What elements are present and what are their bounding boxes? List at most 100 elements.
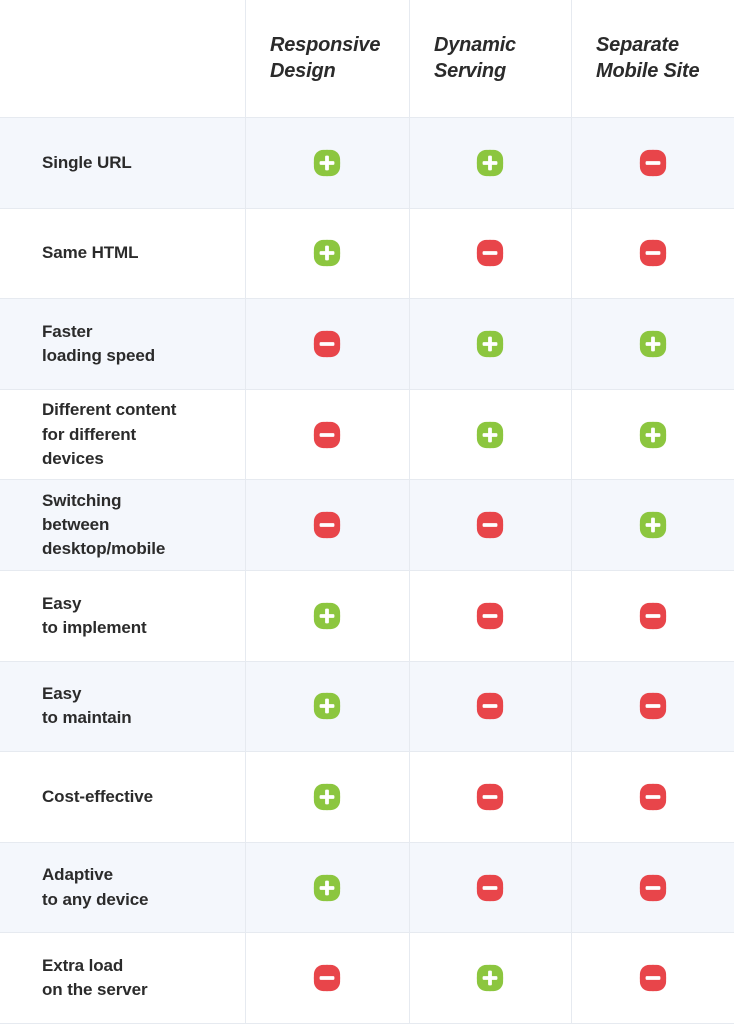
cell-responsive-design: yes <box>245 118 409 208</box>
minus-icon: no <box>639 874 667 902</box>
table-row: Easyto implement yes no no <box>0 570 734 662</box>
row-label: Switching between desktop/mobile <box>42 490 166 559</box>
minus-icon: no <box>476 692 504 720</box>
row-label-cell: Single URL <box>0 118 245 208</box>
cell-responsive-design: yes <box>245 571 409 661</box>
cell-responsive-design: no <box>245 480 409 570</box>
minus-icon: no <box>639 692 667 720</box>
cell-separate-mobile-site: no <box>571 843 734 933</box>
table-row: Different contentfor differentdevices no y… <box>0 389 734 481</box>
row-label-cell: Switching between desktop/mobile <box>0 480 245 570</box>
minus-icon: no <box>639 239 667 267</box>
row-label-cell: Easy to maintain <box>0 662 245 752</box>
row-label-cell: Extra load on the server <box>0 933 245 1023</box>
row-label: Extra load on the server <box>42 956 148 1000</box>
plus-icon: yes <box>639 511 667 539</box>
column-header-label: Responsive Design <box>270 34 381 82</box>
cell-separate-mobile-site: yes <box>571 480 734 570</box>
row-label: Adaptive to any device <box>42 865 149 909</box>
table-row: Fasterloading speed no yes yes <box>0 299 734 390</box>
table-body: Single URLyesyesnoSame HTMLyesnonoFaster… <box>0 118 734 1024</box>
cell-dynamic-serving: yes <box>409 299 571 389</box>
cell-dynamic-serving: no <box>409 662 571 752</box>
table-row: Adaptiveto any device yes no no <box>0 842 734 934</box>
row-label: Single URL <box>42 152 132 172</box>
row-label-cell: Easy to implement <box>0 571 245 661</box>
cell-dynamic-serving: no <box>409 752 571 842</box>
table-row: Cost-effective yes no no <box>0 752 734 843</box>
cell-dynamic-serving: yes <box>409 390 571 480</box>
cell-separate-mobile-site: no <box>571 571 734 661</box>
minus-icon: no <box>476 874 504 902</box>
plus-icon: yes <box>639 421 667 449</box>
minus-icon: no <box>313 330 341 358</box>
plus-icon: yes <box>476 421 504 449</box>
cell-responsive-design: no <box>245 933 409 1023</box>
cell-dynamic-serving: yes <box>409 118 571 208</box>
table-row: Switchingbetweendesktop/mobile no no yes <box>0 480 734 571</box>
table-header-row: Responsive Design Dynamic Serving Separa… <box>0 0 734 118</box>
column-header-label: Dynamic Serving <box>434 34 516 82</box>
header-corner-cell <box>0 0 245 117</box>
cell-separate-mobile-site: no <box>571 209 734 299</box>
minus-icon: no <box>476 511 504 539</box>
plus-icon: yes <box>313 874 341 902</box>
table-row: Same HTML yes no no <box>0 208 734 300</box>
cell-responsive-design: no <box>245 390 409 480</box>
table-row: Single URL yes yes no <box>0 118 734 209</box>
cell-dynamic-serving: no <box>409 480 571 570</box>
plus-icon: yes <box>476 330 504 358</box>
plus-icon: yes <box>313 602 341 630</box>
cell-dynamic-serving: yes <box>409 933 571 1023</box>
minus-icon: no <box>313 964 341 992</box>
cell-separate-mobile-site: no <box>571 662 734 752</box>
cell-dynamic-serving: no <box>409 843 571 933</box>
row-label: Faster loading speed <box>42 321 155 365</box>
cell-responsive-design: yes <box>245 752 409 842</box>
plus-icon: yes <box>313 692 341 720</box>
cell-responsive-design: no <box>245 299 409 389</box>
column-header-responsive-design: Responsive Design <box>245 0 409 117</box>
row-label: Easy to maintain <box>42 684 132 728</box>
column-header-dynamic-serving: Dynamic Serving <box>409 0 571 117</box>
cell-separate-mobile-site: no <box>571 933 734 1023</box>
plus-icon: yes <box>639 330 667 358</box>
row-label-cell: Cost-effective <box>0 752 245 842</box>
plus-icon: yes <box>313 149 341 177</box>
plus-icon: yes <box>313 783 341 811</box>
row-label-cell: Different content for different devices <box>0 390 245 480</box>
row-label-cell: Faster loading speed <box>0 299 245 389</box>
row-label: Cost-effective <box>42 786 154 806</box>
table-row: Easyto maintain yes no no <box>0 661 734 753</box>
plus-icon: yes <box>476 149 504 177</box>
table-row: Extra loadon the server no yes no <box>0 933 734 1024</box>
cell-dynamic-serving: no <box>409 209 571 299</box>
row-label: Different content for different devices <box>42 400 177 468</box>
cell-separate-mobile-site: yes <box>571 299 734 389</box>
minus-icon: no <box>313 421 341 449</box>
column-header-label: Separate Mobile Site <box>596 34 700 82</box>
column-header-separate-mobile-site: Separate Mobile Site <box>571 0 734 117</box>
cell-dynamic-serving: no <box>409 571 571 661</box>
minus-icon: no <box>476 239 504 267</box>
cell-separate-mobile-site: no <box>571 752 734 842</box>
cell-separate-mobile-site: yes <box>571 390 734 480</box>
minus-icon: no <box>476 783 504 811</box>
row-label-cell: Same HTML <box>0 209 245 299</box>
cell-responsive-design: yes <box>245 843 409 933</box>
minus-icon: no <box>639 964 667 992</box>
plus-icon: yes <box>476 964 504 992</box>
row-label-cell: Adaptive to any device <box>0 843 245 933</box>
minus-icon: no <box>639 149 667 177</box>
minus-icon: no <box>313 511 341 539</box>
minus-icon: no <box>476 602 504 630</box>
minus-icon: no <box>639 783 667 811</box>
minus-icon: no <box>639 602 667 630</box>
cell-separate-mobile-site: no <box>571 118 734 208</box>
row-label: Same HTML <box>42 243 139 263</box>
cell-responsive-design: yes <box>245 209 409 299</box>
comparison-table: Responsive Design Dynamic Serving Separa… <box>0 0 734 1024</box>
plus-icon: yes <box>313 239 341 267</box>
cell-responsive-design: yes <box>245 662 409 752</box>
row-label: Easy to implement <box>42 593 147 637</box>
